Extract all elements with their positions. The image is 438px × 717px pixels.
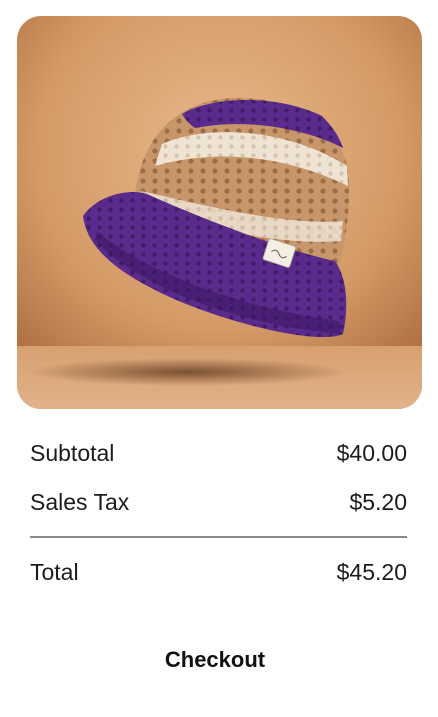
- sales-tax-label: Sales Tax: [30, 489, 130, 515]
- product-image: [17, 16, 422, 409]
- checkout-button[interactable]: Checkout: [130, 640, 300, 680]
- total-label: Total: [30, 559, 79, 585]
- crochet-hat-illustration: [17, 16, 422, 409]
- subtotal-label: Subtotal: [30, 440, 115, 466]
- total-row: Total $45.20: [30, 557, 407, 587]
- sales-tax-row: Sales Tax $5.20: [30, 487, 407, 517]
- subtotal-row: Subtotal $40.00: [30, 438, 407, 468]
- total-value: $45.20: [336, 559, 407, 585]
- summary-divider: [30, 536, 407, 538]
- subtotal-value: $40.00: [336, 440, 407, 466]
- sales-tax-value: $5.20: [349, 489, 407, 515]
